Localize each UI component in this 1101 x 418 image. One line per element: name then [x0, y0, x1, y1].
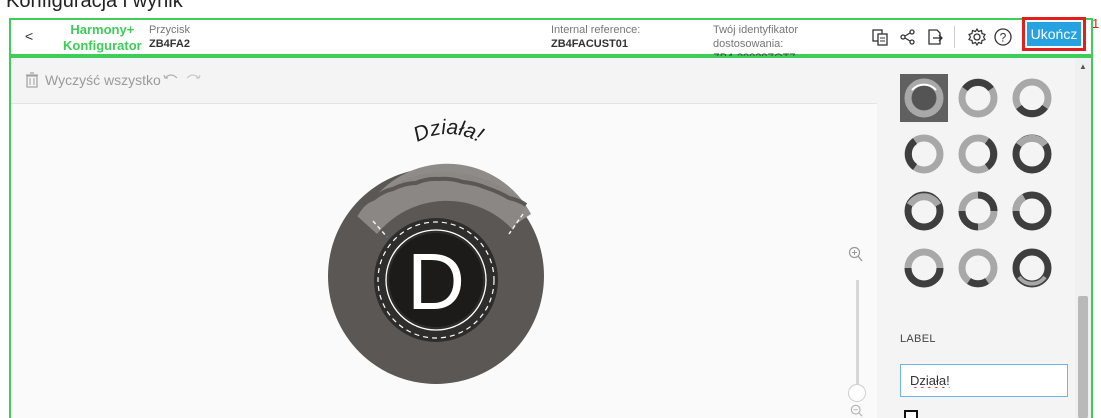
ring-style-option[interactable] [954, 130, 1002, 178]
color-swatch[interactable] [904, 410, 918, 418]
ring-style-option[interactable] [900, 130, 948, 178]
gear-icon[interactable] [966, 26, 988, 48]
ring-style-option[interactable] [1008, 244, 1056, 292]
brand-logo[interactable]: Harmony+ Konfigurator [63, 22, 142, 54]
finish-button[interactable]: Ukończ [1027, 22, 1081, 46]
reference-value: ZB4FACUST01 [551, 38, 629, 50]
scrollbar-thumb[interactable] [1078, 296, 1088, 418]
center-letter: D [407, 237, 465, 326]
trash-icon [26, 72, 38, 88]
ring-style-option[interactable] [954, 187, 1002, 235]
reference-label: Internal reference: [551, 24, 641, 36]
back-button[interactable]: < [25, 28, 33, 44]
label-text-input[interactable] [900, 364, 1068, 397]
ring-style-option[interactable] [900, 74, 948, 122]
zoom-out-icon[interactable] [850, 404, 864, 418]
ring-style-option[interactable] [1008, 187, 1056, 235]
ring-style-option[interactable] [900, 187, 948, 235]
header-divider [954, 26, 955, 48]
cropped-heading-text: Konfiguracja i wynik [6, 0, 183, 12]
button-preview: Działa! D [328, 116, 544, 384]
cropped-heading: Konfiguracja i wynik [0, 0, 1101, 18]
product-info: Przycisk ZB4FA2 [149, 23, 190, 51]
undo-icon[interactable] [163, 72, 179, 84]
ring-style-option[interactable] [954, 74, 1002, 122]
clear-all-button[interactable]: Wyczyść wszystko [25, 72, 161, 88]
scroll-up-arrow-icon[interactable]: ▲ [1079, 62, 1087, 71]
ring-style-option[interactable] [900, 244, 948, 292]
label-section-title: LABEL [900, 333, 936, 345]
product-value: ZB4FA2 [149, 38, 190, 50]
copy-icon[interactable] [869, 26, 891, 48]
redo-icon[interactable] [185, 72, 201, 84]
zoom-slider-track[interactable] [856, 280, 859, 390]
export-icon[interactable] [924, 26, 946, 48]
brand-line2: Konfigurator [63, 38, 142, 53]
product-label: Przycisk [149, 24, 190, 36]
ring-style-option[interactable] [1008, 130, 1056, 178]
reference-info: Internal reference: ZB4FACUST01 [551, 23, 640, 51]
help-icon[interactable]: ? [992, 26, 1014, 48]
custom-id-label: Twój identyfikator dostosowania: [713, 24, 798, 50]
editor-toolbar: Wyczyść wszystko [11, 58, 877, 104]
ring-label-text: Działa! [410, 116, 487, 147]
share-icon[interactable] [897, 26, 919, 48]
preview-canvas[interactable]: Działa! D [11, 104, 877, 418]
ring-style-option[interactable] [954, 244, 1002, 292]
svg-text:?: ? [1000, 31, 1007, 45]
zoom-slider-handle[interactable] [848, 384, 866, 402]
zoom-in-icon[interactable] [848, 246, 864, 269]
clear-all-label: Wyczyść wszystko [45, 72, 161, 88]
configurator-app: Konfiguracja i wynik < Harmony+ Konfigur… [0, 0, 1101, 418]
annotation-number: 1 [1092, 16, 1100, 31]
ring-style-option[interactable] [1008, 74, 1056, 122]
header-bar: < Harmony+ Konfigurator Przycisk ZB4FA2 … [9, 17, 1093, 64]
svg-text:Działa!: Działa! [410, 116, 487, 147]
brand-line1: Harmony+ [70, 22, 135, 37]
finish-highlight: Ukończ [1022, 17, 1086, 51]
